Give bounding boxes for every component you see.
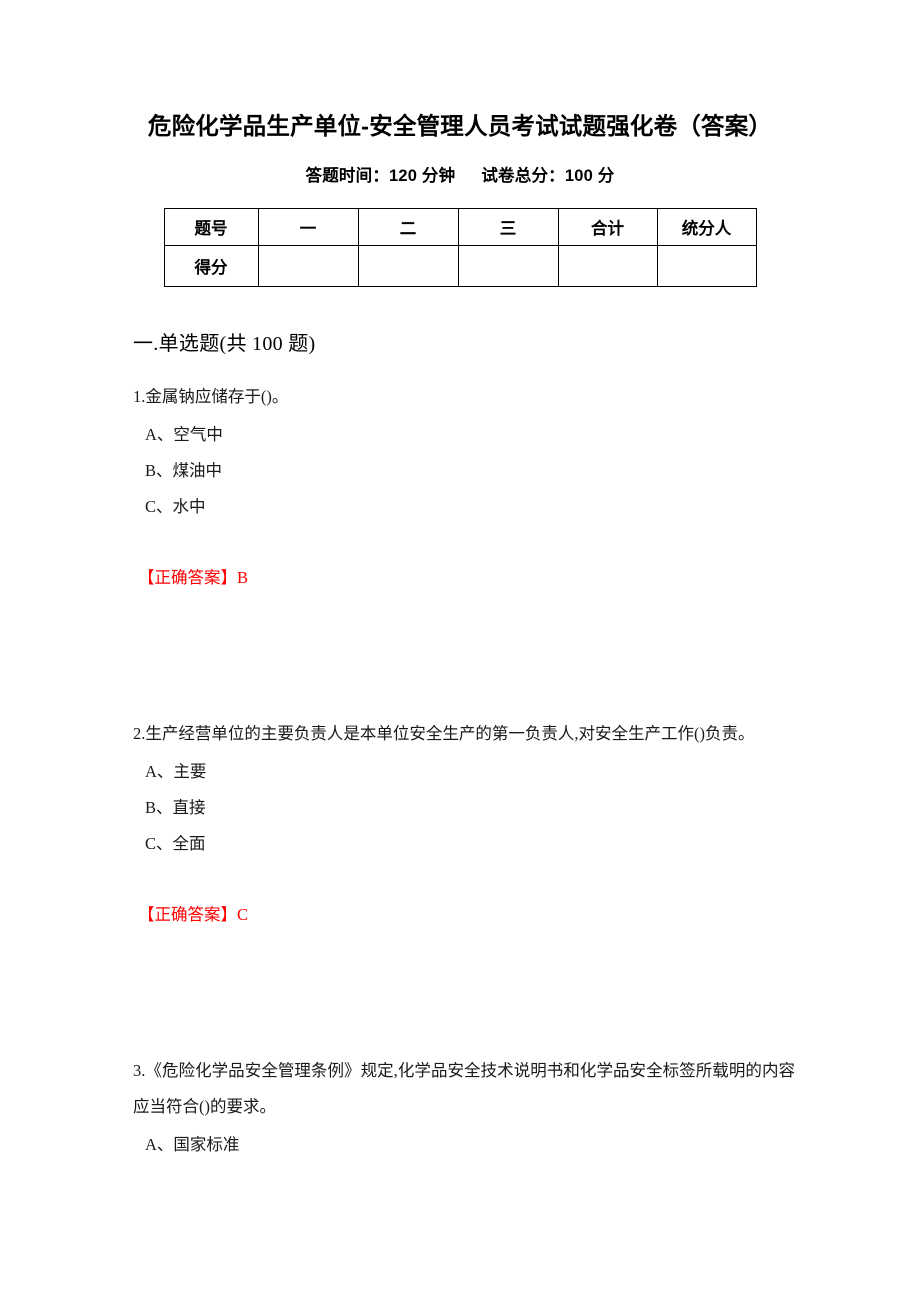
question-block: 1.金属钠应储存于()。 A、空气中 B、煤油中 C、水中 【正确答案】B (133, 356, 795, 596)
question-option[interactable]: A、主要 (133, 752, 795, 790)
question-option[interactable]: C、全面 (133, 826, 795, 862)
correct-answer-label: 【正确答案】 (138, 905, 237, 925)
table-cell-score[interactable] (457, 245, 559, 288)
correct-answer: 【正确答案】B (133, 525, 795, 596)
table-row-label: 得分 (163, 245, 259, 288)
question-option[interactable]: C、水中 (133, 489, 795, 525)
table-header-cell: 合计 (557, 208, 658, 247)
page-title: 危险化学品生产单位-安全管理人员考试试题强化卷（答案） (147, 113, 773, 139)
question-option[interactable]: B、直接 (133, 790, 795, 826)
answer-time: 答题时间：120 分钟 (305, 167, 456, 186)
table-header-cell: 统分人 (656, 208, 757, 247)
table-cell-score[interactable] (257, 245, 359, 288)
section-heading-single-choice: 一.单选题(共 100 题) (133, 333, 316, 356)
table-cell-score[interactable] (656, 245, 757, 288)
question-option[interactable]: A、空气中 (133, 415, 795, 453)
question-option[interactable]: A、国家标准 (133, 1125, 795, 1163)
table-header-cell: 二 (357, 208, 459, 247)
exam-content: 一.单选题(共 100 题) 1.金属钠应储存于()。 A、空气中 B、煤油中 … (0, 287, 795, 1163)
table-cell-score[interactable] (557, 245, 658, 288)
score-table-container: 题号 一 二 三 合计 统分人 得分 (0, 186, 920, 288)
exam-meta: 答题时间：120 分钟 试卷总分：100 分 (0, 141, 920, 186)
table-row-header: 题号 一 二 三 合计 统分人 (163, 208, 757, 247)
question-stem: 3.《危险化学品安全管理条例》规定,化学品安全技术说明书和化学品安全标签所载明的… (133, 1061, 795, 1117)
question-option[interactable]: B、煤油中 (133, 453, 795, 489)
question-block: 3.《危险化学品安全管理条例》规定,化学品安全技术说明书和化学品安全标签所载明的… (133, 933, 795, 1163)
table-header-cell: 三 (457, 208, 559, 247)
correct-answer-value: C (237, 905, 249, 925)
question-block: 2.生产经营单位的主要负责人是本单位安全生产的第一负责人,对安全生产工作()负责… (133, 596, 795, 933)
score-table: 题号 一 二 三 合计 统分人 得分 (163, 208, 757, 288)
correct-answer-value: B (237, 568, 249, 588)
table-header-cell: 题号 (163, 208, 259, 247)
table-header-cell: 一 (257, 208, 359, 247)
question-stem: 1.金属钠应储存于()。 (133, 387, 289, 407)
correct-answer: 【正确答案】C (133, 862, 795, 933)
total-score: 试卷总分：100 分 (481, 167, 615, 186)
correct-answer-label: 【正确答案】 (138, 568, 237, 588)
exam-page: 危险化学品生产单位-安全管理人员考试试题强化卷（答案） 答题时间：120 分钟 试… (0, 0, 920, 1302)
question-stem: 2.生产经营单位的主要负责人是本单位安全生产的第一负责人,对安全生产工作()负责… (133, 724, 755, 744)
table-cell-score[interactable] (357, 245, 459, 288)
table-row: 得分 (163, 245, 757, 288)
